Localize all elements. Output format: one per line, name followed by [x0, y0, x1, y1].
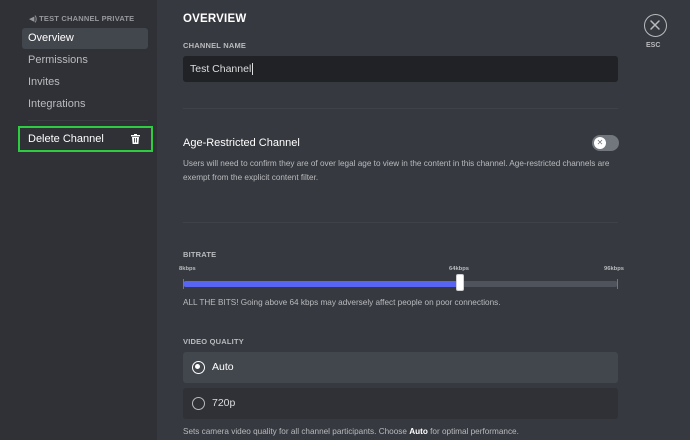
- video-quality-option-720p[interactable]: 720p: [183, 388, 618, 419]
- sidebar-item-overview[interactable]: Overview: [22, 28, 148, 49]
- note-text: Sets camera video quality for all channe…: [183, 427, 410, 436]
- age-restricted-description: Users will need to confirm they are of o…: [183, 159, 610, 182]
- sidebar-item-permissions[interactable]: Permissions: [22, 50, 148, 71]
- close-icon: [650, 20, 660, 30]
- bitrate-tick-max: 96kbps: [604, 266, 624, 272]
- channel-header: ◀) TEST CHANNEL PRIVATE: [29, 14, 134, 23]
- channel-header-label: TEST CHANNEL PRIVATE: [39, 14, 135, 23]
- channel-name-input[interactable]: Test Channel: [183, 56, 618, 82]
- video-quality-label: VIDEO QUALITY: [183, 337, 244, 346]
- age-restricted-title: Age-Restricted Channel: [183, 137, 300, 149]
- option-label: 720p: [212, 397, 236, 409]
- close-button[interactable]: [644, 14, 667, 37]
- bitrate-tick-min: 8kbps: [179, 266, 196, 272]
- bitrate-note: ALL THE BITS! Going above 64 kbps may ad…: [183, 298, 501, 307]
- radio-unselected-icon: [192, 397, 205, 410]
- section-divider: [183, 222, 618, 223]
- trash-icon[interactable]: [131, 134, 140, 144]
- video-quality-note: Sets camera video quality for all channe…: [183, 427, 519, 436]
- speaker-icon: ◀): [29, 16, 38, 23]
- bitrate-tick-mark: [617, 279, 618, 289]
- delete-channel-button[interactable]: Delete Channel: [28, 128, 104, 150]
- note-bold: Auto: [409, 427, 428, 436]
- bitrate-tick-mid: 64kbps: [449, 266, 469, 272]
- sidebar-divider: [28, 120, 148, 121]
- channel-name-value: Test Channel: [190, 63, 252, 75]
- bitrate-slider-track[interactable]: [183, 281, 618, 287]
- note-text: for optimal performance.: [427, 427, 519, 436]
- channel-name-label: CHANNEL NAME: [183, 41, 247, 50]
- bitrate-tick-mark: [183, 279, 184, 289]
- video-quality-option-auto[interactable]: Auto: [183, 352, 618, 383]
- bitrate-label: BITRATE: [183, 250, 217, 259]
- toggle-off-icon: ✕: [594, 137, 606, 149]
- page-title: OVERVIEW: [183, 13, 247, 25]
- bitrate-slider-handle[interactable]: [456, 274, 464, 291]
- option-label: Auto: [212, 361, 234, 373]
- text-caret: [252, 63, 254, 76]
- age-restricted-toggle[interactable]: ✕: [592, 135, 619, 151]
- radio-selected-icon: [192, 361, 205, 374]
- esc-label: ESC: [646, 42, 661, 49]
- sidebar-item-integrations[interactable]: Integrations: [22, 94, 148, 115]
- section-divider: [183, 108, 618, 109]
- sidebar: ◀) TEST CHANNEL PRIVATE Overview Permissi…: [0, 0, 157, 440]
- sidebar-item-invites[interactable]: Invites: [22, 72, 148, 93]
- bitrate-slider-fill: [183, 281, 460, 287]
